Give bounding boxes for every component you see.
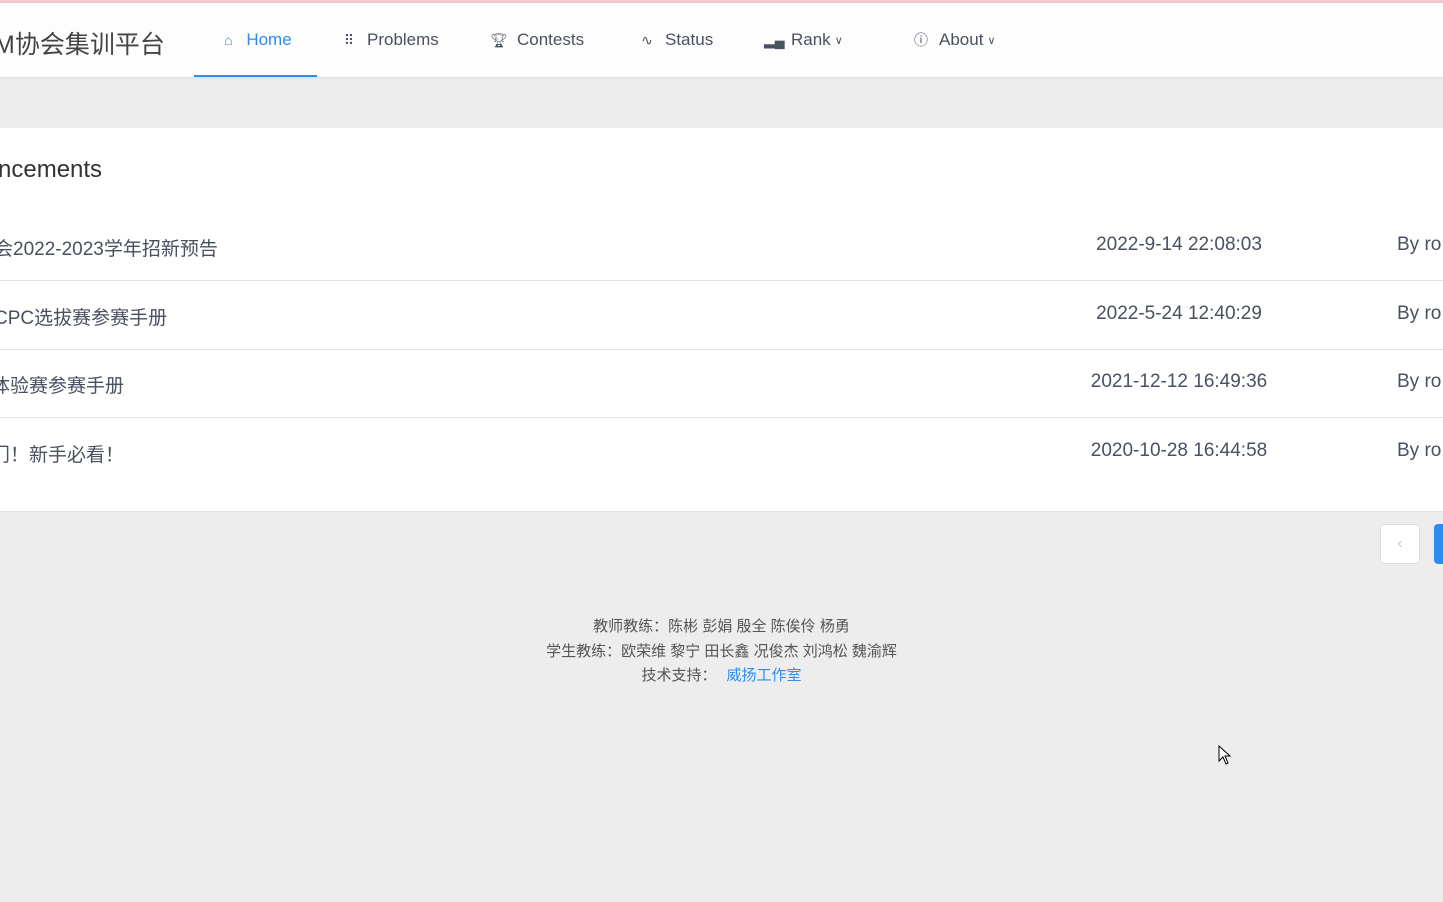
announcement-author: By ro [1397, 371, 1442, 392]
nav-contests[interactable]: 🏆︎ Contests [490, 3, 584, 77]
info-icon: ⓘ [914, 32, 928, 48]
announcement-row[interactable]: CPC选拔赛参赛手册 2022-5-24 12:40:29 By ro [0, 282, 1443, 350]
announcement-author: By ro [1397, 303, 1442, 324]
tech-support: 技术支持： 威扬工作室 [0, 664, 1443, 689]
announcement-date: 2022-9-14 22:08:03 [1096, 234, 1262, 255]
announcements-panel: ncements 会2022-2023学年招新预告 2022-9-14 22:08… [0, 128, 1443, 512]
announcement-date: 2020-10-28 16:44:58 [1090, 440, 1268, 461]
announcement-row[interactable]: 会2022-2023学年招新预告 2022-9-14 22:08:03 By ro [0, 213, 1443, 281]
panel-title: ncements [0, 156, 103, 183]
trophy-icon: 🏆︎ [490, 31, 508, 48]
nav-home[interactable]: ⌂ Home [194, 3, 317, 77]
bar-chart-icon: ▂▄ [764, 31, 785, 48]
support-link[interactable]: 威扬工作室 [727, 667, 802, 684]
announcement-author: By ro [1397, 234, 1442, 255]
page-1-button[interactable] [1434, 524, 1443, 564]
support-label: 技术支持： [641, 667, 717, 684]
announcement-date: 2022-5-24 12:40:29 [1096, 303, 1262, 324]
student-coaches: 学生教练：欧荣维 黎宁 田长鑫 况俊杰 刘鸿松 魏渝辉 [546, 642, 897, 660]
chevron-down-icon: ∨ [987, 34, 996, 47]
announcement-title[interactable]: 会2022-2023学年招新预告 [0, 234, 218, 261]
footer: 教师教练：陈彬 彭娟 殷全 陈俟伶 杨勇 学生教练：欧荣维 黎宁 田长鑫 况俊杰… [0, 615, 1443, 689]
prev-page-button[interactable]: ‹ [1380, 524, 1420, 564]
announcement-row[interactable]: 体验赛参赛手册 2021-12-12 16:49:36 By ro [0, 350, 1443, 418]
nav-problems[interactable]: ⠿ Problems [340, 3, 439, 77]
mouse-cursor-icon [1218, 745, 1232, 765]
announcement-row[interactable]: 门！新手必看！ 2020-10-28 16:44:58 By ro [0, 419, 1443, 487]
pulse-icon: ∿ [641, 31, 653, 48]
site-logo[interactable]: M协会集训平台 [0, 25, 165, 61]
announcement-title[interactable]: 体验赛参赛手册 [0, 371, 124, 398]
teacher-coaches: 教师教练：陈彬 彭娟 殷全 陈俟伶 杨勇 [593, 618, 850, 635]
navbar: M协会集训平台 ⌂ Home ⠿ Problems 🏆︎ Contests ∿ Stat… [0, 3, 1443, 77]
chevron-down-icon: ∨ [834, 34, 843, 47]
nav-status[interactable]: ∿ Status [638, 3, 713, 77]
home-icon: ⌂ [224, 32, 233, 48]
announcement-date: 2021-12-12 16:49:36 [1090, 371, 1268, 392]
nav-about[interactable]: ⓘ About ∨ [912, 3, 996, 77]
grid-icon: ⠿ [343, 31, 355, 48]
announcement-author: By ro [1397, 440, 1442, 461]
nav-rank[interactable]: ▂▄ Rank ∨ [764, 3, 843, 77]
announcement-title[interactable]: CPC选拔赛参赛手册 [0, 303, 167, 330]
announcement-title[interactable]: 门！新手必看！ [0, 440, 124, 467]
